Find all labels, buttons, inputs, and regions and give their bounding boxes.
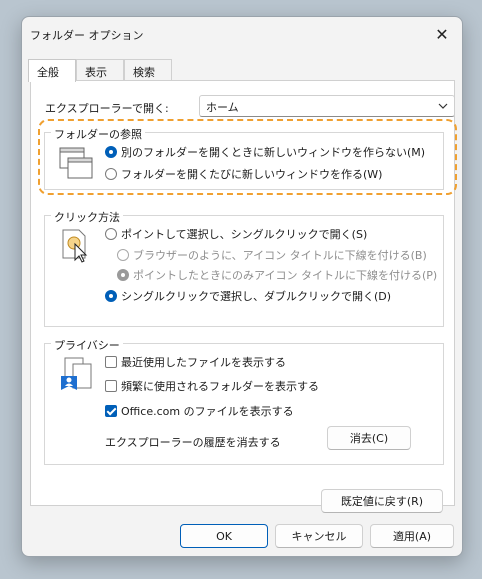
windows-icon <box>59 147 93 179</box>
radio-label: 別のフォルダーを開くときに新しいウィンドウを作らない(M) <box>121 146 426 159</box>
tab-search[interactable]: 検索 <box>124 59 172 81</box>
checkbox-indicator <box>105 405 117 417</box>
radio-label: シングルクリックで選択し、ダブルクリックで開く(D) <box>121 290 392 303</box>
privacy-icon <box>61 357 92 390</box>
radio-same-window[interactable]: 別のフォルダーを開くときに新しいウィンドウを作らない(M) <box>105 144 425 160</box>
radio-label: ブラウザーのように、アイコン タイトルに下線を付ける(B) <box>133 249 427 262</box>
checkbox-recent-files[interactable]: 最近使用したファイルを表示する <box>105 354 286 370</box>
radio-label: フォルダーを開くたびに新しいウィンドウを作る(W) <box>121 168 383 181</box>
click-method-group: クリック方法 ポイントして選択し、シングルクリックで開く(S) ブラウザーのよう… <box>44 209 444 327</box>
title-bar[interactable]: フォルダー オプション ✕ <box>22 17 462 51</box>
open-explorer-value: ホーム <box>206 101 239 114</box>
radio-indicator <box>105 168 117 180</box>
window-title: フォルダー オプション <box>30 29 144 42</box>
radio-indicator <box>105 228 117 240</box>
ok-button[interactable]: OK <box>180 524 268 548</box>
checkbox-indicator <box>105 356 117 368</box>
tab-view[interactable]: 表示 <box>76 59 124 81</box>
checkbox-office-files[interactable]: Office.com のファイルを表示する <box>105 403 294 419</box>
browse-folders-group: フォルダーの参照 別のフォルダーを開くときに新しいウィンドウを作らない(M) フ… <box>44 126 444 190</box>
privacy-group: プライバシー 最近使用したファイルを表示する 頻繁に使用されるフォルダーを表示す… <box>44 337 444 465</box>
checkbox-frequent-folders[interactable]: 頻繁に使用されるフォルダーを表示する <box>105 378 319 394</box>
click-cursor-icon <box>62 229 88 263</box>
radio-new-window[interactable]: フォルダーを開くたびに新しいウィンドウを作る(W) <box>105 166 382 182</box>
tab-general[interactable]: 全般 <box>28 59 76 82</box>
radio-indicator <box>117 249 129 261</box>
chevron-down-icon <box>438 103 448 109</box>
browse-folders-title: フォルダーの参照 <box>51 126 145 142</box>
open-explorer-label: エクスプローラーで開く: <box>45 102 169 115</box>
radio-label: ポイントしたときにのみアイコン タイトルに下線を付ける(P) <box>133 269 438 282</box>
privacy-title: プライバシー <box>51 337 123 353</box>
checkbox-label: 頻繁に使用されるフォルダーを表示する <box>121 380 319 393</box>
radio-indicator <box>105 146 117 158</box>
cancel-button[interactable]: キャンセル <box>275 524 363 548</box>
checkbox-label: 最近使用したファイルを表示する <box>121 356 286 369</box>
click-method-title: クリック方法 <box>51 209 123 225</box>
checkbox-indicator <box>105 380 117 392</box>
radio-underline-browser[interactable]: ブラウザーのように、アイコン タイトルに下線を付ける(B) <box>117 247 427 263</box>
radio-label: ポイントして選択し、シングルクリックで開く(S) <box>121 228 368 241</box>
checkbox-label: Office.com のファイルを表示する <box>121 405 294 418</box>
restore-defaults-button[interactable]: 既定値に戻す(R) <box>321 489 443 513</box>
radio-indicator <box>105 290 117 302</box>
general-panel: エクスプローラーで開く: ホーム フォルダーの参照 別のフォルダーを開くときに新… <box>30 80 455 513</box>
radio-double-click[interactable]: シングルクリックで選択し、ダブルクリックで開く(D) <box>105 288 391 304</box>
folder-options-dialog: フォルダー オプション ✕ 全般 表示 検索 エクスプローラーで開く: ホーム … <box>21 16 463 557</box>
apply-button[interactable]: 適用(A) <box>370 524 454 548</box>
radio-single-click[interactable]: ポイントして選択し、シングルクリックで開く(S) <box>105 226 367 242</box>
radio-indicator <box>117 269 129 281</box>
close-icon[interactable]: ✕ <box>422 17 462 51</box>
open-explorer-dropdown[interactable]: ホーム <box>199 95 455 117</box>
clear-history-label: エクスプローラーの履歴を消去する <box>105 436 281 449</box>
radio-underline-point[interactable]: ポイントしたときにのみアイコン タイトルに下線を付ける(P) <box>117 267 437 283</box>
clear-history-button[interactable]: 消去(C) <box>327 426 411 450</box>
